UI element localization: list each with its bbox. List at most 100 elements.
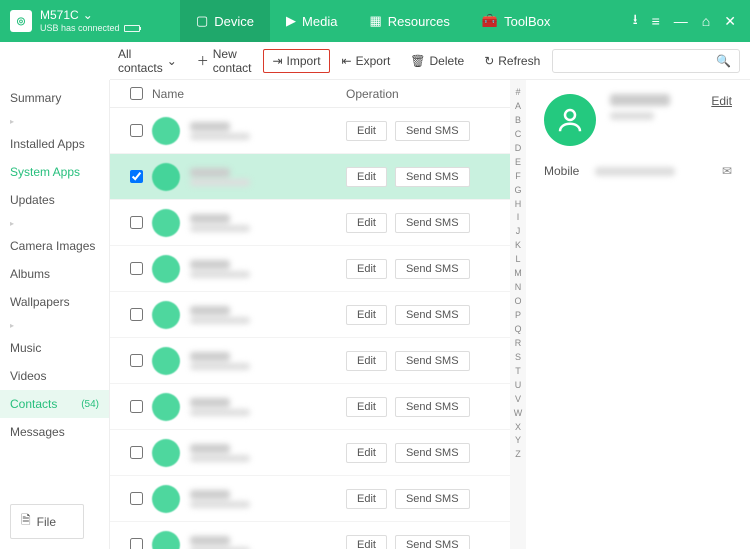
sidebar-item-summary[interactable]: Summary: [0, 84, 109, 112]
row-checkbox[interactable]: [130, 124, 143, 137]
contact-row[interactable]: Edit Send SMS: [110, 338, 510, 384]
import-button[interactable]: ⇥Import: [263, 49, 329, 73]
az-G[interactable]: G: [514, 184, 521, 198]
az-C[interactable]: C: [515, 128, 522, 142]
az-H[interactable]: H: [515, 198, 522, 212]
search-box[interactable]: 🔍: [552, 49, 740, 73]
send-sms-button[interactable]: Send SMS: [395, 305, 470, 325]
search-icon[interactable]: 🔍: [716, 54, 731, 68]
sidebar-item-camera-images[interactable]: Camera Images: [0, 232, 109, 260]
send-sms-button[interactable]: Send SMS: [395, 535, 470, 549]
contact-row[interactable]: Edit Send SMS: [110, 292, 510, 338]
contact-row[interactable]: Edit Send SMS: [110, 200, 510, 246]
tab-device[interactable]: ▢Device: [180, 0, 270, 42]
row-checkbox[interactable]: [130, 492, 143, 505]
close-icon[interactable]: ✕: [724, 13, 736, 30]
send-sms-button[interactable]: Send SMS: [395, 351, 470, 371]
search-input[interactable]: [561, 54, 716, 68]
az-Z[interactable]: Z: [515, 448, 521, 462]
az-Q[interactable]: Q: [514, 323, 521, 337]
contact-row[interactable]: Edit Send SMS: [110, 384, 510, 430]
sidebar-item-system-apps[interactable]: System Apps: [0, 158, 109, 186]
select-all-checkbox[interactable]: [130, 87, 143, 100]
send-sms-button[interactable]: Send SMS: [395, 489, 470, 509]
az-E[interactable]: E: [515, 156, 521, 170]
send-sms-button[interactable]: Send SMS: [395, 443, 470, 463]
az-S[interactable]: S: [515, 351, 521, 365]
edit-button[interactable]: Edit: [346, 167, 387, 187]
new-contact-button[interactable]: ＋New contact: [189, 43, 260, 79]
sidebar-item-music[interactable]: Music: [0, 334, 109, 362]
az-#[interactable]: #: [515, 86, 520, 100]
sidebar-item-installed-apps[interactable]: Installed Apps: [0, 130, 109, 158]
tab-toolbox[interactable]: 🧰ToolBox: [466, 0, 566, 42]
contact-row[interactable]: Edit Send SMS: [110, 476, 510, 522]
az-Y[interactable]: Y: [515, 434, 521, 448]
contact-row[interactable]: Edit Send SMS: [110, 154, 510, 200]
az-N[interactable]: N: [515, 281, 522, 295]
filter-dropdown[interactable]: All contacts⌄: [110, 43, 185, 79]
az-M[interactable]: M: [514, 267, 522, 281]
contact-row[interactable]: Edit Send SMS: [110, 430, 510, 476]
edit-button[interactable]: Edit: [346, 213, 387, 233]
edit-contact-link[interactable]: Edit: [711, 94, 732, 108]
row-checkbox[interactable]: [130, 354, 143, 367]
row-checkbox[interactable]: [130, 308, 143, 321]
mail-icon[interactable]: ✉: [722, 164, 732, 178]
edit-button[interactable]: Edit: [346, 489, 387, 509]
az-B[interactable]: B: [515, 114, 521, 128]
az-X[interactable]: X: [515, 421, 521, 435]
tab-resources[interactable]: ▦Resources: [353, 0, 465, 42]
sidebar-item-wallpapers[interactable]: Wallpapers: [0, 288, 109, 316]
download-icon[interactable]: ⭳: [633, 9, 638, 33]
edit-button[interactable]: Edit: [346, 397, 387, 417]
tab-media[interactable]: ▶Media: [270, 0, 353, 42]
az-T[interactable]: T: [515, 365, 521, 379]
az-F[interactable]: F: [515, 170, 521, 184]
contact-row[interactable]: Edit Send SMS: [110, 246, 510, 292]
chevron-down-icon[interactable]: ⌄: [83, 8, 93, 22]
send-sms-button[interactable]: Send SMS: [395, 259, 470, 279]
send-sms-button[interactable]: Send SMS: [395, 167, 470, 187]
az-P[interactable]: P: [515, 309, 521, 323]
file-button[interactable]: 🗎File: [10, 504, 84, 539]
refresh-button[interactable]: ↻Refresh: [476, 50, 548, 72]
row-checkbox[interactable]: [130, 262, 143, 275]
sidebar-item-videos[interactable]: Videos: [0, 362, 109, 390]
send-sms-button[interactable]: Send SMS: [395, 121, 470, 141]
az-L[interactable]: L: [515, 253, 520, 267]
row-checkbox[interactable]: [130, 538, 143, 549]
row-checkbox[interactable]: [130, 400, 143, 413]
contact-row[interactable]: Edit Send SMS: [110, 522, 510, 549]
az-J[interactable]: J: [516, 225, 521, 239]
edit-button[interactable]: Edit: [346, 535, 387, 549]
sidebar-item-albums[interactable]: Albums: [0, 260, 109, 288]
edit-button[interactable]: Edit: [346, 305, 387, 325]
edit-button[interactable]: Edit: [346, 121, 387, 141]
menu-icon[interactable]: ≡: [652, 13, 660, 29]
row-checkbox[interactable]: [130, 216, 143, 229]
row-checkbox[interactable]: [130, 446, 143, 459]
device-info[interactable]: ◎ M571C⌄ USB has connected: [0, 8, 180, 33]
az-U[interactable]: U: [515, 379, 522, 393]
az-K[interactable]: K: [515, 239, 521, 253]
send-sms-button[interactable]: Send SMS: [395, 213, 470, 233]
edit-button[interactable]: Edit: [346, 351, 387, 371]
sidebar-item-contacts[interactable]: Contacts(54): [0, 390, 109, 418]
az-W[interactable]: W: [514, 407, 523, 421]
home-icon[interactable]: ⌂: [702, 13, 710, 29]
contact-row[interactable]: Edit Send SMS: [110, 108, 510, 154]
az-R[interactable]: R: [515, 337, 522, 351]
delete-button[interactable]: 🗑Delete: [402, 50, 472, 72]
az-V[interactable]: V: [515, 393, 521, 407]
minimize-icon[interactable]: —: [674, 13, 688, 29]
sidebar-item-updates[interactable]: Updates: [0, 186, 109, 214]
send-sms-button[interactable]: Send SMS: [395, 397, 470, 417]
edit-button[interactable]: Edit: [346, 259, 387, 279]
az-D[interactable]: D: [515, 142, 522, 156]
row-checkbox[interactable]: [130, 170, 143, 183]
export-button[interactable]: ⇤Export: [334, 50, 399, 72]
edit-button[interactable]: Edit: [346, 443, 387, 463]
az-O[interactable]: O: [514, 295, 521, 309]
sidebar-item-messages[interactable]: Messages: [0, 418, 109, 446]
